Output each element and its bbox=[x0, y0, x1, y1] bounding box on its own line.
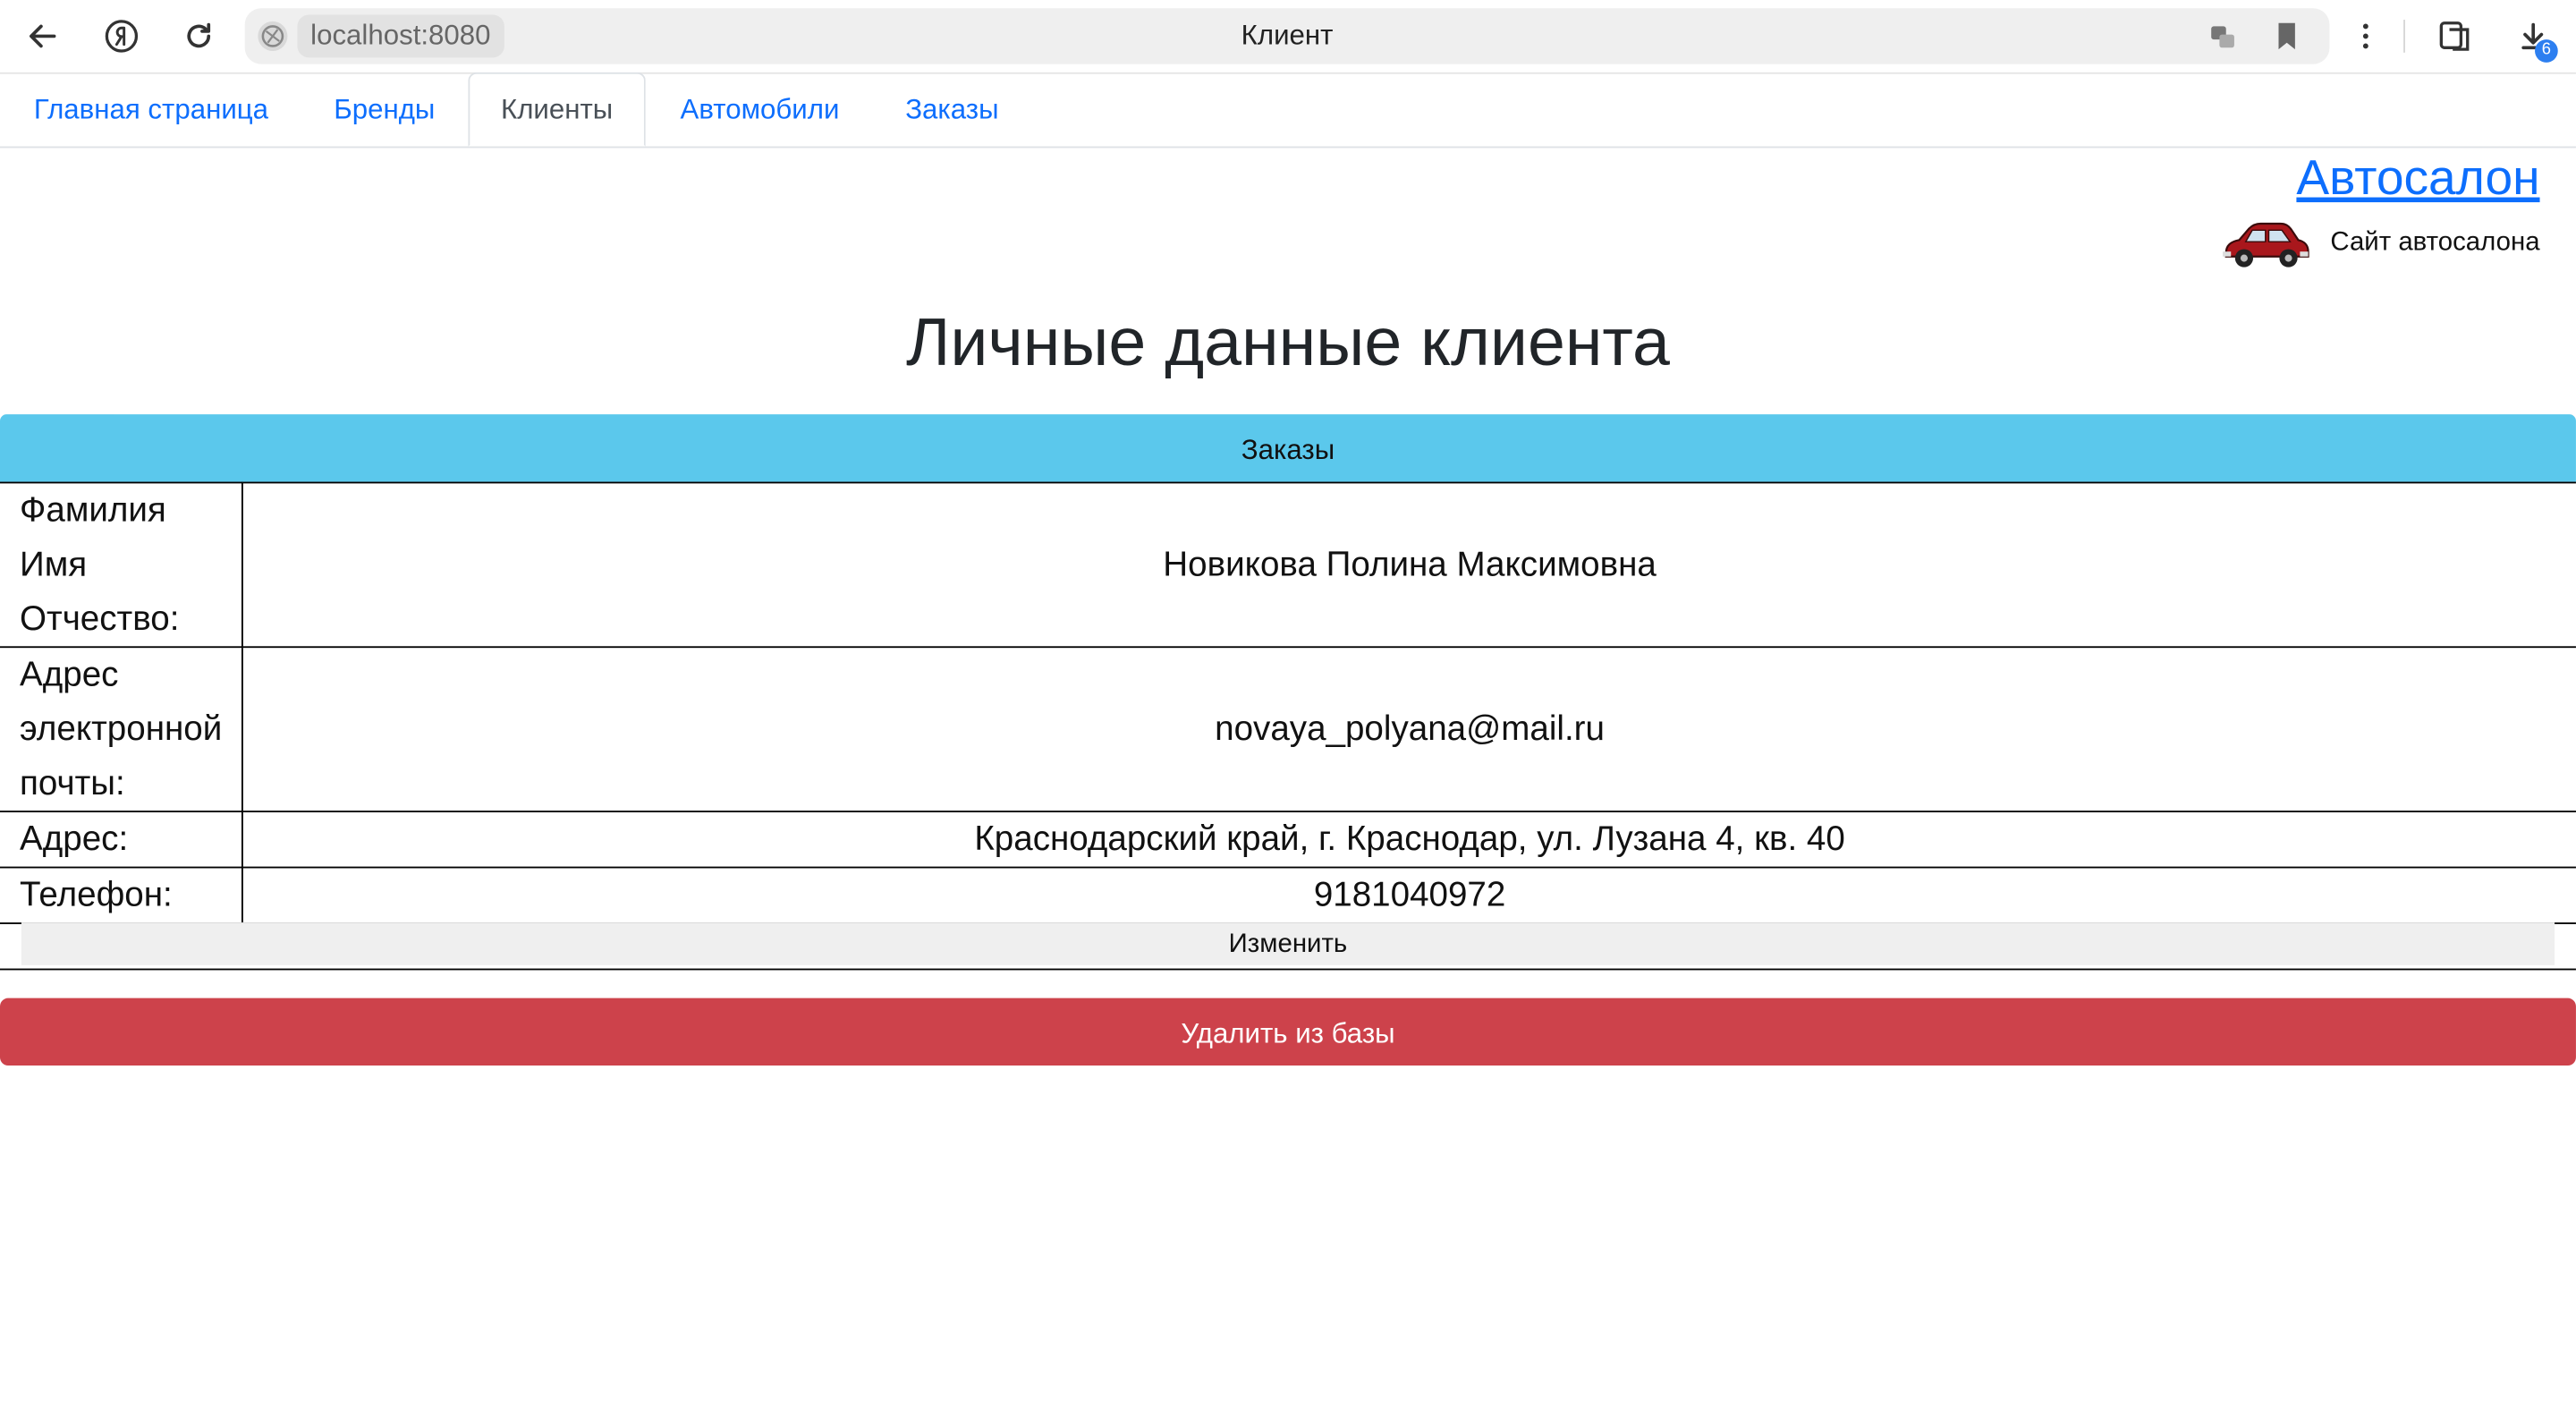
row-value-address: Краснодарский край, г. Краснодар, ул. Лу… bbox=[242, 811, 2576, 869]
table-row: Фамилия Имя Отчество: Новикова Полина Ма… bbox=[0, 481, 2576, 649]
tab-orders[interactable]: Заказы bbox=[874, 72, 1030, 147]
edit-button[interactable]: Изменить bbox=[21, 922, 2555, 965]
row-value-phone: 9181040972 bbox=[242, 866, 2576, 924]
row-label-full-name: Фамилия Имя Отчество: bbox=[0, 481, 244, 649]
reload-icon[interactable] bbox=[176, 13, 222, 59]
nav-tabs: Главная страница Бренды Клиенты Автомоби… bbox=[0, 72, 2576, 149]
site-info-icon[interactable] bbox=[258, 21, 288, 51]
collections-icon[interactable] bbox=[2431, 13, 2477, 59]
browser-toolbar: Клиент localhost:8080 6 bbox=[0, 0, 2576, 74]
row-label-address: Адрес: bbox=[0, 811, 244, 869]
orders-button[interactable]: Заказы bbox=[0, 414, 2576, 482]
brand-link[interactable]: Автосалон bbox=[2296, 148, 2539, 210]
page-title: Личные данные клиента bbox=[905, 304, 1670, 380]
row-value-email: novaya_polyana@mail.ru bbox=[242, 646, 2576, 812]
car-logo-icon bbox=[2219, 217, 2311, 270]
edit-row: Изменить bbox=[0, 919, 2576, 971]
downloads-badge: 6 bbox=[2535, 39, 2558, 63]
bookmark-icon[interactable] bbox=[2270, 20, 2303, 53]
row-label-phone: Телефон: bbox=[0, 866, 244, 924]
table-row: Адрес: Краснодарский край, г. Краснодар,… bbox=[0, 811, 2576, 869]
row-label-email: Адрес электронной почты: bbox=[0, 646, 244, 812]
site-caption: Сайт автосалона bbox=[2330, 228, 2540, 257]
tab-clients[interactable]: Клиенты bbox=[468, 72, 646, 147]
tab-cars[interactable]: Автомобили bbox=[646, 72, 874, 147]
translate-icon[interactable] bbox=[2207, 20, 2240, 53]
tab-brands[interactable]: Бренды bbox=[302, 72, 467, 147]
more-menu-icon[interactable] bbox=[2343, 13, 2388, 59]
yandex-home-icon[interactable] bbox=[98, 13, 144, 59]
page-root: Клиент localhost:8080 6 Главная страница bbox=[0, 0, 2576, 1401]
url-text[interactable]: localhost:8080 bbox=[297, 14, 504, 58]
table-row: Адрес электронной почты: novaya_polyana@… bbox=[0, 646, 2576, 812]
client-data-table: Фамилия Имя Отчество: Новикова Полина Ма… bbox=[0, 481, 2576, 924]
row-value-full-name: Новикова Полина Максимовна bbox=[242, 481, 2576, 649]
browser-tab-title: Клиент bbox=[1241, 20, 1334, 51]
delete-button[interactable]: Удалить из базы bbox=[0, 998, 2576, 1066]
tab-home[interactable]: Главная страница bbox=[0, 72, 302, 147]
table-row: Телефон: 9181040972 bbox=[0, 866, 2576, 924]
back-arrow-icon[interactable] bbox=[20, 13, 65, 59]
address-bar[interactable]: Клиент localhost:8080 bbox=[244, 8, 2330, 64]
toolbar-divider bbox=[2403, 20, 2405, 53]
